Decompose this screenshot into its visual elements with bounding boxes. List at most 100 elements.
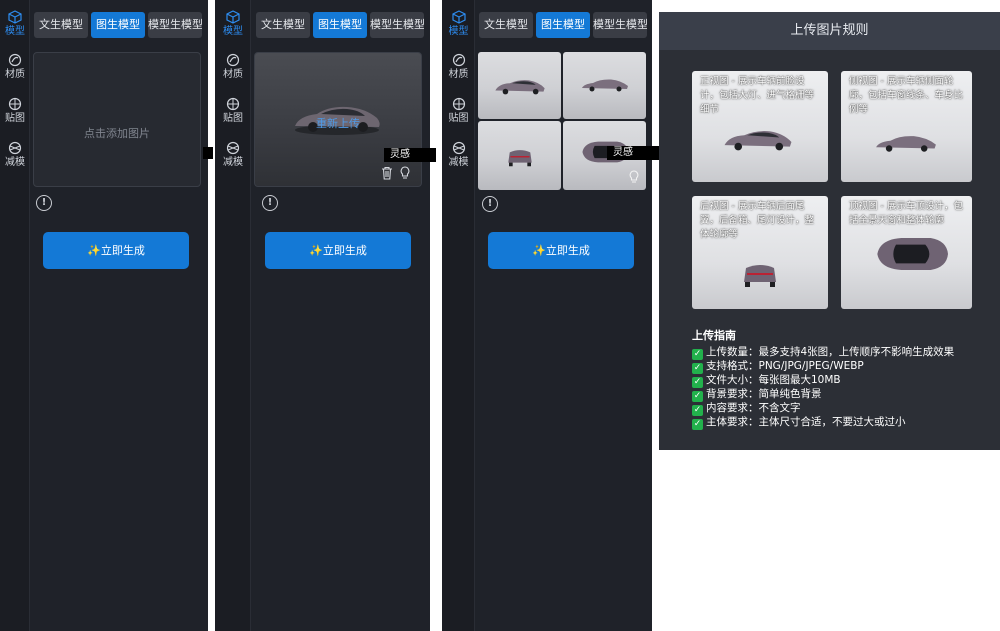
grid-image-front[interactable] (478, 52, 561, 119)
material-icon (226, 53, 240, 67)
inspiration-tooltip: 灵感 (607, 146, 659, 160)
material-icon (8, 53, 22, 67)
cube-icon (451, 10, 466, 24)
sidebar-item-texture[interactable]: 贴图 (215, 97, 251, 125)
rule-card-rear: 后视图 - 展示车辆后面尾翼，后备箱、尾灯设计，整体轮廓等 (692, 196, 828, 309)
rule-text: 后视图 - 展示车辆后面尾翼，后备箱、尾灯设计，整体轮廓等 (700, 201, 815, 240)
sidebar-item-label: 贴图 (448, 113, 469, 124)
sidebar-item-material[interactable]: 材质 (442, 53, 475, 81)
info-icon[interactable]: ! (262, 195, 278, 211)
sidebar: 模型 材质 贴图 减模 (442, 0, 475, 631)
sidebar-item-label: 材质 (448, 69, 469, 80)
rule-card-side: 侧视图 - 展示车辆侧面轮廓，包括车窗线条、车身比例等 (841, 71, 972, 182)
car-illustration (877, 238, 948, 270)
info-icon[interactable]: ! (482, 196, 498, 212)
guide-item: ✓ 背景要求：简单纯色背景 (692, 387, 822, 402)
upload-area[interactable]: 重新上传 (254, 52, 422, 187)
guide-item: ✓ 上传数量：最多支持4张图，上传顺序不影响生成效果 (692, 345, 955, 360)
material-icon (452, 53, 465, 67)
car-illustration (495, 80, 545, 95)
panel-empty: 模型 材质 贴图 减模 文生模型 图生模型 模型生模型 点击添加图片 ! ✨立即… (0, 0, 208, 631)
rule-text: 顶视图 - 展示车顶设计，包括全景天窗和整体轮廓 (849, 201, 963, 226)
tab-text-to-model[interactable]: 文生模型 (34, 12, 88, 38)
sidebar-item-reduce[interactable]: 减模 (0, 141, 30, 169)
grid-image-side[interactable] (563, 52, 646, 119)
info-icon[interactable]: ! (36, 195, 52, 211)
guide-text: 背景要求：简单纯色背景 (706, 388, 822, 400)
sidebar-item-model[interactable]: 模型 (442, 10, 475, 38)
sidebar-item-label: 材质 (5, 69, 25, 80)
car-illustration (744, 265, 776, 287)
panel-four-images: 模型 材质 贴图 减模 文生模型 图生模型 模型生模型 灵感 ! ✨立即生成 (442, 0, 659, 631)
reduce-icon (8, 141, 22, 155)
generate-button[interactable]: ✨立即生成 (488, 232, 634, 269)
sidebar-item-label: 模型 (5, 26, 25, 37)
tab-model-to-model[interactable]: 模型生模型 (148, 12, 202, 38)
sidebar-item-label: 减模 (5, 157, 25, 168)
rule-text: 侧视图 - 展示车辆侧面轮廓，包括车窗线条、车身比例等 (849, 76, 964, 115)
sidebar-item-label: 模型 (448, 26, 469, 37)
generate-button[interactable]: ✨立即生成 (265, 232, 411, 269)
sidebar-item-reduce[interactable]: 减模 (215, 141, 251, 169)
cube-icon (8, 10, 22, 24)
cube-icon (226, 10, 240, 24)
check-icon: ✓ (692, 419, 703, 430)
guide-title: 上传指南 (692, 329, 736, 342)
car-illustration (508, 150, 532, 167)
upload-placeholder: 点击添加图片 (84, 127, 150, 140)
divider-marker (203, 147, 213, 159)
tab-image-to-model[interactable]: 图生模型 (313, 12, 367, 38)
reduce-icon (452, 141, 465, 155)
image-grid (478, 52, 646, 190)
rule-card-top: 顶视图 - 展示车顶设计，包括全景天窗和整体轮廓 (841, 196, 972, 309)
sidebar-item-model[interactable]: 模型 (215, 10, 251, 38)
texture-icon (452, 97, 465, 111)
sidebar-item-texture[interactable]: 贴图 (0, 97, 30, 125)
tab-model-to-model[interactable]: 模型生模型 (593, 12, 647, 38)
guide-text: 文件大小：每张图最大10MB (706, 374, 841, 386)
rule-card-front: 正视图 - 展示车辆前脸设计，包括大灯、进气格栅等细节 (692, 71, 828, 182)
sidebar-item-material[interactable]: 材质 (0, 53, 30, 81)
lightbulb-icon[interactable] (399, 166, 411, 180)
guide-item: ✓ 主体要求：主体尺寸合适，不要过大或过小 (692, 415, 906, 430)
sidebar-item-label: 减模 (448, 157, 469, 168)
guide-item: ✓ 支持格式：PNG/JPG/JPEG/WEBP (692, 359, 864, 374)
panel-single-image: 模型 材质 贴图 减模 文生模型 图生模型 模型生模型 重新上传 灵感 ! ✨立… (215, 0, 436, 631)
tab-image-to-model[interactable]: 图生模型 (91, 12, 145, 38)
reupload-button[interactable]: 重新上传 (255, 115, 421, 131)
sidebar-item-label: 贴图 (5, 113, 25, 124)
reduce-icon (226, 141, 240, 155)
guide-item: ✓ 内容要求：不含文字 (692, 401, 801, 416)
car-illustration (582, 79, 628, 92)
texture-icon (226, 97, 240, 111)
generate-button[interactable]: ✨立即生成 (43, 232, 189, 269)
guide-text: 主体要求：主体尺寸合适，不要过大或过小 (706, 416, 906, 428)
sidebar-item-label: 模型 (223, 26, 243, 37)
upload-area[interactable]: 点击添加图片 (33, 52, 201, 187)
grid-image-rear[interactable] (478, 121, 561, 190)
car-illustration (724, 131, 792, 151)
image-actions (381, 166, 413, 180)
upload-rules-dialog: 上传图片规则 正视图 - 展示车辆前脸设计，包括大灯、进气格栅等细节 侧视图 -… (659, 12, 1000, 450)
sidebar-item-label: 材质 (223, 69, 243, 80)
guide-item: ✓ 文件大小：每张图最大10MB (692, 373, 841, 388)
sidebar-item-material[interactable]: 材质 (215, 53, 251, 81)
lightbulb-icon[interactable] (628, 170, 640, 184)
trash-icon[interactable] (381, 166, 393, 180)
sidebar-item-model[interactable]: 模型 (0, 10, 30, 38)
guide-text: 支持格式：PNG/JPG/JPEG/WEBP (706, 360, 864, 372)
tab-model-to-model[interactable]: 模型生模型 (370, 12, 424, 38)
sidebar: 模型 材质 贴图 减模 (0, 0, 30, 631)
texture-icon (8, 97, 22, 111)
guide-text: 上传数量：最多支持4张图，上传顺序不影响生成效果 (706, 346, 955, 358)
tab-text-to-model[interactable]: 文生模型 (256, 12, 310, 38)
sidebar-item-reduce[interactable]: 减模 (442, 141, 475, 169)
tab-image-to-model[interactable]: 图生模型 (536, 12, 590, 38)
sidebar-item-texture[interactable]: 贴图 (442, 97, 475, 125)
rule-text: 正视图 - 展示车辆前脸设计，包括大灯、进气格栅等细节 (700, 76, 815, 115)
guide-text: 内容要求：不含文字 (706, 402, 801, 414)
tab-text-to-model[interactable]: 文生模型 (479, 12, 533, 38)
sidebar-item-label: 减模 (223, 157, 243, 168)
inspiration-tooltip: 灵感 (384, 148, 436, 162)
sidebar-item-label: 贴图 (223, 113, 243, 124)
